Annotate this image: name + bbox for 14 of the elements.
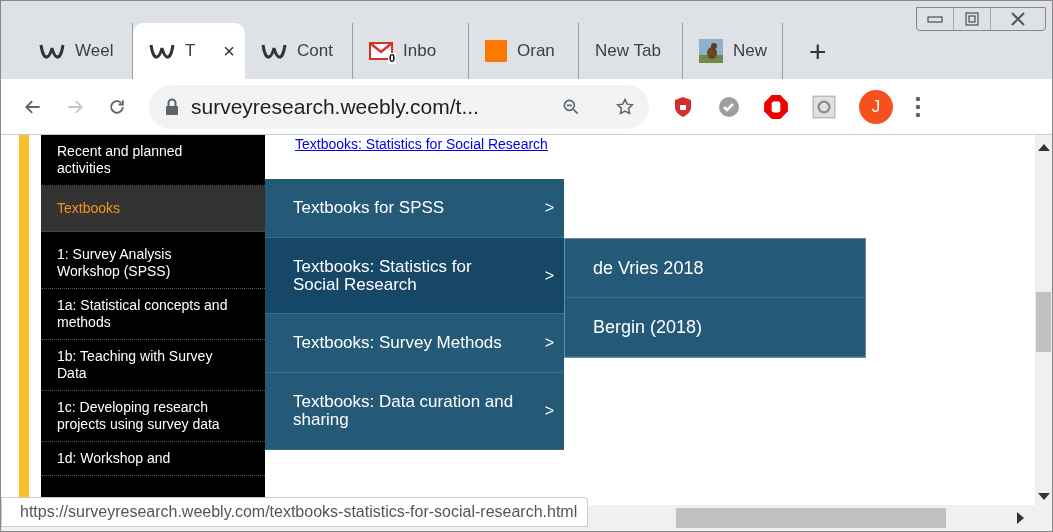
- tab-title: T: [185, 41, 197, 61]
- url-text: surveyresearch.weebly.com/t...: [191, 94, 480, 119]
- status-tooltip: https://surveyresearch.weebly.com/textbooks-statistics-for-social-research.html: [1, 497, 589, 527]
- submenu-arrow: >: [544, 266, 554, 285]
- submenu-arrow: >: [544, 199, 554, 217]
- tab-title: New Tab: [595, 41, 662, 61]
- tab-title: Oran: [517, 41, 556, 61]
- submenu-arrow: >: [544, 334, 554, 352]
- submenu-arrow: >: [544, 402, 554, 420]
- tab-title: Cont: [297, 41, 334, 61]
- tab-title: Weel: [75, 41, 115, 61]
- tab-title: New: [733, 41, 768, 61]
- unread-badge: 0: [387, 53, 396, 64]
- tab-title: Inbo: [403, 41, 438, 61]
